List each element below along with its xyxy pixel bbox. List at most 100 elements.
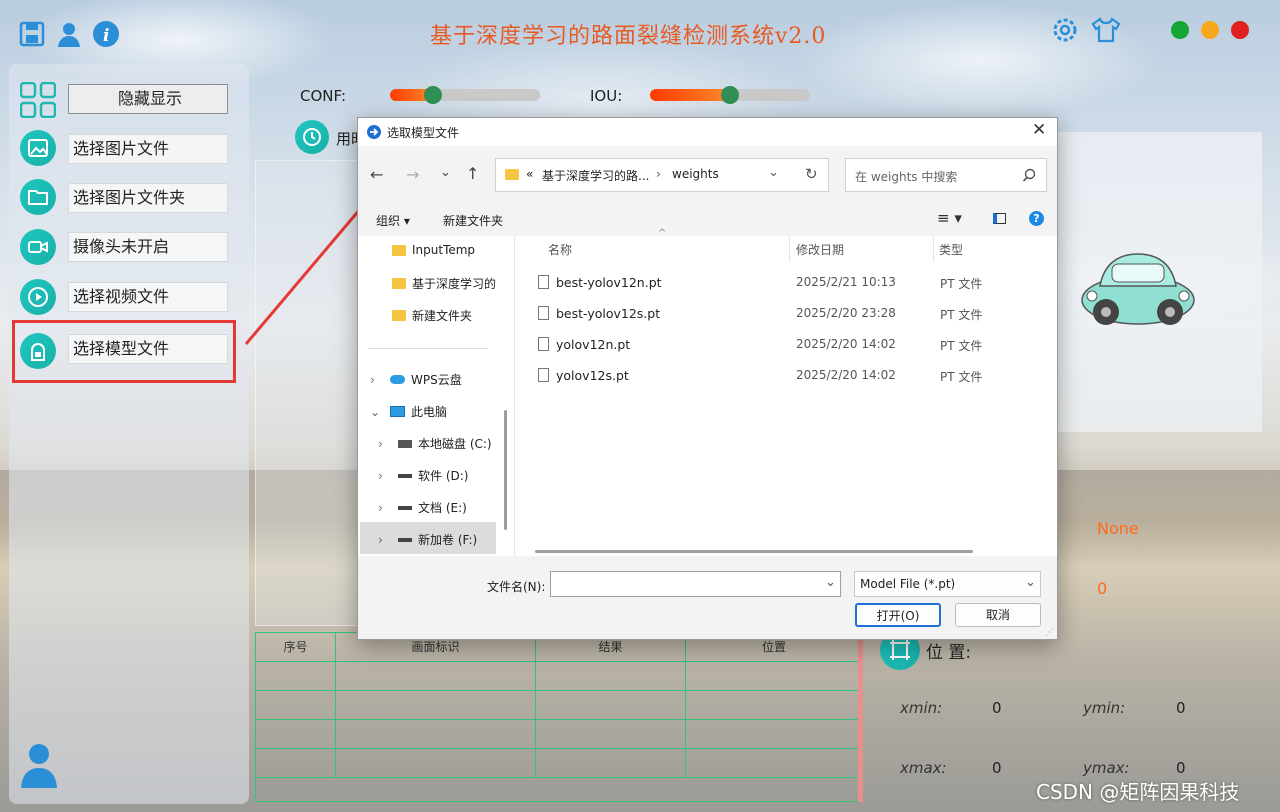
iou-label: IOU: — [590, 87, 623, 105]
settings-icon[interactable] — [1050, 15, 1078, 43]
select-model-button[interactable]: 选择模型文件 — [68, 334, 228, 364]
nav-item-this-pc[interactable]: ⌄ 此电脑 — [370, 403, 447, 420]
nav-item-wps-cloud[interactable]: › WPS云盘 — [370, 371, 462, 388]
close-dot[interactable] — [1231, 21, 1249, 39]
watermark: CSDN @矩阵因果科技 — [1036, 780, 1240, 804]
file-name: yolov12s.pt — [556, 368, 629, 383]
file-date: 2025/2/20 14:02 — [796, 337, 896, 351]
dialog-titlebar: 选取模型文件 ✕ — [358, 118, 1057, 146]
file-date: 2025/2/20 14:02 — [796, 368, 896, 382]
play-icon — [20, 279, 56, 315]
nav-item-new-folder[interactable]: 新建文件夹 — [392, 307, 472, 324]
dialog-app-icon — [367, 125, 381, 139]
select-folder-button[interactable]: 选择图片文件夹 — [68, 183, 228, 213]
file-date: 2025/2/20 23:28 — [796, 306, 896, 320]
breadcrumb-current[interactable]: weights — [672, 167, 719, 181]
sort-indicator-icon: ^ — [658, 228, 667, 239]
car-icon — [1078, 242, 1198, 338]
search-placeholder: 在 weights 中搜索 — [855, 170, 958, 184]
select-image-button[interactable]: 选择图片文件 — [68, 134, 228, 164]
file-type-select[interactable]: Model File (*.pt) ⌄ — [854, 571, 1041, 597]
table-row — [256, 749, 862, 778]
file-icon — [538, 306, 549, 320]
table-row — [256, 662, 862, 691]
nav-scrollbar[interactable] — [504, 410, 507, 530]
xmin-value: 0 — [992, 699, 1002, 717]
organize-menu[interactable]: 组织 ▾ — [376, 212, 410, 229]
file-icon — [538, 275, 549, 289]
file-type: PT 文件 — [940, 370, 983, 384]
tshirt-icon[interactable] — [1091, 15, 1121, 43]
column-name[interactable]: 名称 — [548, 241, 572, 258]
maximize-dot[interactable] — [1201, 21, 1219, 39]
conf-slider[interactable] — [390, 86, 540, 104]
new-folder-button[interactable]: 新建文件夹 — [443, 212, 503, 229]
camera-icon — [20, 229, 56, 265]
account-icon[interactable] — [20, 742, 58, 792]
recent-chevron-icon[interactable]: ⌄ — [440, 165, 451, 180]
result-value: None — [1097, 519, 1139, 538]
address-folder-icon — [505, 169, 519, 180]
ymin-label: ymin: — [1083, 699, 1126, 717]
address-bar[interactable]: « 基于深度学习的路... › weights ⌄ ↻ — [495, 158, 829, 192]
conf-label: CONF: — [300, 87, 347, 105]
svg-text:i: i — [103, 26, 109, 46]
folder-icon — [20, 179, 56, 215]
filter-dropdown-icon[interactable]: ⌄ — [1025, 575, 1036, 590]
xmin-label: xmin: — [900, 699, 943, 717]
nav-item-project[interactable]: 基于深度学习的 — [392, 275, 496, 292]
nav-divider — [368, 348, 488, 349]
table-scrollbar[interactable] — [858, 632, 863, 802]
file-row[interactable]: yolov12s.pt 2025/2/20 14:02 PT 文件 — [536, 360, 1056, 390]
select-video-button[interactable]: 选择视频文件 — [68, 282, 228, 312]
minimize-dot[interactable] — [1171, 21, 1189, 39]
results-table: 序号 画面标识 结果 位置 — [255, 632, 863, 802]
open-button[interactable]: 打开(O) — [855, 603, 941, 627]
toggle-display-button[interactable]: 隐藏显示 — [68, 84, 228, 114]
xmax-label: xmax: — [900, 759, 947, 777]
file-date: 2025/2/21 10:13 — [796, 275, 896, 289]
back-arrow-icon[interactable]: ← — [370, 165, 383, 184]
search-input[interactable]: 在 weights 中搜索 — [845, 158, 1047, 192]
camera-button[interactable]: 摄像头未开启 — [68, 232, 228, 262]
address-dropdown-icon[interactable]: ⌄ — [768, 165, 779, 180]
up-arrow-icon[interactable]: ↑ — [466, 164, 479, 183]
filename-dropdown-icon[interactable]: ⌄ — [825, 575, 836, 590]
filename-input[interactable]: ⌄ — [550, 571, 841, 597]
resize-grip-icon[interactable]: ⋰ — [1045, 628, 1054, 638]
breadcrumb-parent[interactable]: 基于深度学习的路... — [542, 167, 649, 184]
save-icon[interactable] — [18, 20, 46, 48]
col-index: 序号 — [256, 633, 336, 661]
iou-slider[interactable] — [650, 86, 810, 104]
user-icon[interactable] — [55, 20, 83, 48]
nav-item-drive-c[interactable]: › 本地磁盘 (C:) — [378, 435, 492, 452]
app-title: 基于深度学习的路面裂缝检测系统v2.0 — [430, 24, 827, 49]
position-label: 位 置: — [926, 643, 972, 663]
xmax-value: 0 — [992, 759, 1002, 777]
nav-item-inputtemp[interactable]: InputTemp — [392, 243, 475, 257]
file-type: PT 文件 — [940, 339, 983, 353]
file-type: PT 文件 — [940, 277, 983, 291]
grid-icon — [19, 81, 57, 122]
file-icon — [538, 337, 549, 351]
help-icon[interactable]: ? — [1029, 211, 1044, 226]
file-list-scrollbar[interactable] — [535, 550, 973, 553]
cancel-button[interactable]: 取消 — [955, 603, 1041, 627]
nav-item-drive-e[interactable]: › 文档 (E:) — [378, 499, 467, 516]
preview-pane-icon[interactable] — [993, 213, 1006, 224]
nav-item-drive-f[interactable]: › 新加卷 (F:) — [378, 531, 477, 548]
column-divider — [933, 236, 934, 262]
file-icon — [538, 368, 549, 382]
column-type[interactable]: 类型 — [939, 241, 963, 258]
view-menu-icon[interactable]: ≡ ▾ — [937, 209, 962, 227]
refresh-icon[interactable]: ↻ — [805, 165, 818, 183]
forward-arrow-icon[interactable]: → — [406, 165, 419, 184]
column-date[interactable]: 修改日期 — [796, 241, 844, 258]
dialog-close-icon[interactable]: ✕ — [1032, 120, 1046, 140]
file-row[interactable]: yolov12n.pt 2025/2/20 14:02 PT 文件 — [536, 329, 1056, 359]
file-row[interactable]: best-yolov12s.pt 2025/2/20 23:28 PT 文件 — [536, 298, 1056, 328]
file-row[interactable]: best-yolov12n.pt 2025/2/21 10:13 PT 文件 — [536, 267, 1056, 297]
info-icon[interactable]: i — [92, 20, 120, 48]
nav-item-drive-d[interactable]: › 软件 (D:) — [378, 467, 468, 484]
search-icon[interactable] — [1022, 168, 1036, 182]
